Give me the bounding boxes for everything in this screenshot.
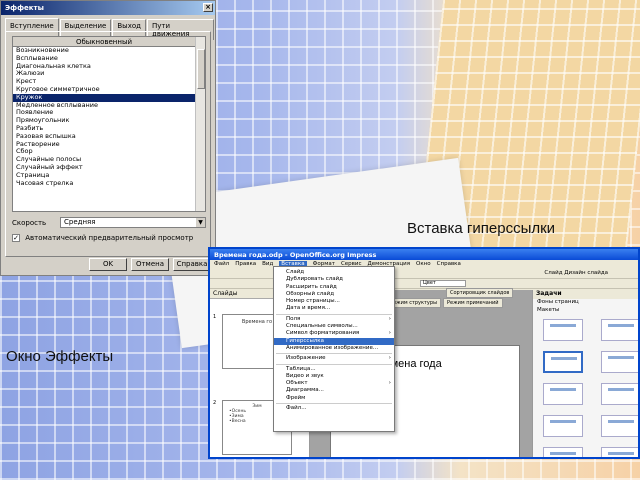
insert-menu-item-label: Обзорный слайд [286,290,335,297]
menu-separator [276,403,392,405]
insert-menu-item[interactable]: Символ форматирования › [274,330,394,337]
speed-label: Скорость [12,219,47,227]
insert-menu-item-label: Анимированное изображение... [286,344,379,351]
insert-menu-item-label: Дублировать слайд [286,276,343,283]
insert-menu-item[interactable]: Расширить слайд [274,284,394,291]
layout-thumbnail[interactable] [601,351,638,373]
ok-button[interactable]: OK [89,258,127,271]
menu-separator [276,313,392,315]
menu-separator [276,353,392,355]
insert-menu-item[interactable]: Файл... [274,405,394,412]
menu-separator [276,363,392,365]
auto-preview-checkbox[interactable]: ✓ [12,234,20,242]
insert-menu-item-label: Фрейм [286,394,306,401]
layouts-grid [533,315,638,457]
effect-list-item[interactable]: Растворение [13,140,195,149]
insert-menu-item[interactable]: Дублировать слайд [274,276,394,283]
effects-title: Эффекты [5,4,44,12]
cancel-button[interactable]: Отмена [131,258,169,271]
tasks-pane: Задачи Фоны страниц Макеты [532,290,638,457]
menu-item[interactable]: Вид [262,261,273,267]
insert-menu-item-label: Слайд [286,269,305,275]
insert-menu-item[interactable]: Специальные символы... [274,323,394,330]
chevron-down-icon[interactable]: ▼ [196,218,205,227]
impress-titlebar[interactable]: Времена года.odp - OpenOffice.org Impres… [210,249,638,260]
insert-menu-item[interactable]: Таблица... [274,366,394,373]
chevron-right-icon: › [388,330,391,337]
insert-menu-item-label: Специальные символы... [286,323,358,330]
auto-preview-label: Автоматический предварительный просмотр [25,234,194,242]
layout-thumbnail[interactable] [543,383,583,405]
insert-menu-item[interactable]: Дата и время... [274,305,394,312]
insert-menu-item-label: Номер страницы... [286,298,340,305]
menu-item[interactable]: Правка [235,261,256,267]
insert-menu-item-label: Видео и звук [286,372,324,379]
insert-menu-item[interactable]: Диаграмма... [274,387,394,394]
caption-effects: Окно Эффекты [6,348,114,365]
insert-menu-item[interactable]: Объект › [274,380,394,387]
insert-menu-item[interactable]: Обзорный слайд [274,291,394,298]
speed-select[interactable]: Средняя ▼ [60,217,206,228]
insert-menu-item-label: Дата и время... [286,305,331,312]
menu-item[interactable]: Окно [416,261,431,267]
layout-thumbnail[interactable] [601,319,638,341]
effect-list-item[interactable]: Жалюзи [13,70,195,78]
insert-menu-item[interactable]: Поля › [274,316,394,323]
effects-items: Возникновение Всплывание Диагональная клет… [13,46,195,188]
layout-thumbnail[interactable] [543,447,583,457]
toolbar-slide-design[interactable]: Слайд Дизайн слайда [544,270,608,276]
insert-menu-item-label: Таблица... [286,365,316,372]
insert-menu-item-label: Расширить слайд [286,283,337,290]
effect-list-item[interactable]: Часовая стрелка [13,179,195,188]
insert-menu-item[interactable]: Фрейм [274,395,394,402]
chevron-right-icon: › [388,380,391,387]
layout-thumbnail[interactable] [601,447,638,457]
insert-menu-item[interactable]: Видео и звук [274,373,394,380]
insert-menu-item[interactable]: Номер страницы... [274,298,394,305]
slide-number-1: 1 [213,314,217,320]
slide-number-2: 2 [213,400,217,406]
speed-row: Скорость Средняя ▼ [12,217,206,229]
help-button[interactable]: Справка [173,258,211,271]
layout-thumbnail[interactable] [543,351,583,373]
tasks-title: Задачи [533,290,638,299]
effects-buttons: OK Отмена Справка [89,258,211,271]
scroll-thumb[interactable] [197,49,205,89]
chevron-right-icon: › [388,315,391,322]
insert-menu-item[interactable]: Анимированное изображение... [274,345,394,352]
effects-list[interactable]: Обыкновенный Возникновение Всплывание Диаг… [12,36,206,212]
insert-menu-item-label: Поля [286,315,301,322]
insert-menu-item[interactable]: Изображение › [274,355,394,362]
insert-menu-item-label: Символ форматирования [286,330,360,337]
tasks-section-backgrounds[interactable]: Фоны страниц [533,299,638,307]
effects-tabpane: Обыкновенный Возникновение Всплывание Диаг… [5,31,211,257]
effects-titlebar[interactable]: Эффекты × [1,1,215,15]
auto-preview-row: ✓ Автоматический предварительный просмот… [12,234,193,242]
insert-menu-item-label: Объект [286,380,308,387]
tab-slide-sorter[interactable]: Сортировщик слайдов [446,288,514,298]
insert-menu: Слайд Дублировать слайд Расширить слайд Обз… [273,266,395,432]
color-select[interactable]: Цвет [420,280,466,287]
speed-value: Средняя [64,218,96,226]
insert-menu-item-label: Диаграмма... [286,387,324,394]
insert-menu-item-label: Изображение [286,355,326,362]
menu-item[interactable]: Справка [437,261,461,267]
tab-notes-view[interactable]: Режим примечаний [443,298,503,308]
layout-thumbnail[interactable] [601,383,638,405]
layout-thumbnail[interactable] [543,415,583,437]
close-icon[interactable]: × [203,3,213,12]
layout-thumbnail[interactable] [543,319,583,341]
effects-scrollbar[interactable] [195,37,205,211]
menu-item[interactable]: Файл [214,261,229,267]
insert-menu-item-label: Файл... [286,405,307,412]
insert-menu-item-label: Гиперссылка [286,337,324,344]
tasks-section-layouts[interactable]: Макеты [533,307,638,315]
effects-dialog: Эффекты × Вступление Выделение Выход Пут… [0,0,216,276]
caption-hyperlink: Вставка гиперссылки [407,220,556,237]
layout-thumbnail[interactable] [601,415,638,437]
insert-menu-item[interactable]: Гиперссылка [274,337,394,345]
view-tabs: Режим структуры Режим примечаний [386,298,503,308]
chevron-right-icon: › [388,355,391,362]
